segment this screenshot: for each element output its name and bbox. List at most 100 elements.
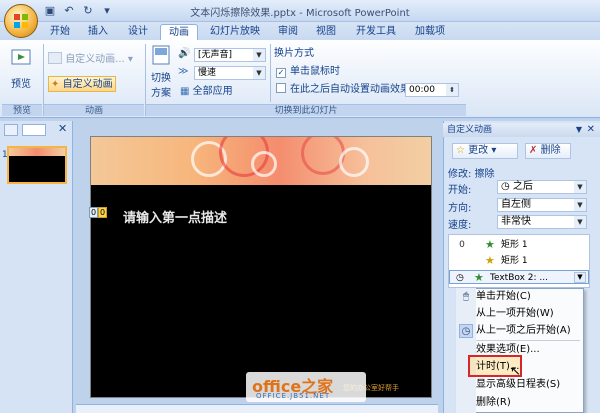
direction-value: 自左侧 bbox=[501, 199, 531, 210]
remove-icon: ✗ bbox=[529, 145, 538, 156]
on-click-label: 单击鼠标时 bbox=[290, 66, 340, 77]
custom-animation-icon: ✦ bbox=[51, 79, 60, 90]
speed-combo-value: 慢速 bbox=[198, 68, 217, 78]
slides-tab[interactable] bbox=[4, 124, 18, 136]
change-effect-button[interactable]: ☆ 更改 ▾ bbox=[452, 143, 518, 159]
outline-tab[interactable] bbox=[22, 124, 46, 136]
spinner-icon[interactable]: ⬍ bbox=[446, 84, 458, 96]
animation-list-item-selected[interactable]: ◷ ★ TextBox 2: ... ▼ bbox=[449, 270, 589, 284]
decor-circle bbox=[251, 151, 277, 177]
custom-animation-button[interactable]: ✦ 自定义动画 bbox=[48, 76, 116, 92]
star-icon: ☆ bbox=[456, 145, 465, 156]
direction-combo[interactable]: 自左侧 ▼ bbox=[497, 198, 587, 212]
chevron-down-icon: ▾ bbox=[127, 54, 133, 65]
preview-button[interactable]: 预览 bbox=[6, 46, 36, 98]
tab-review[interactable]: 审阅 bbox=[272, 24, 304, 40]
office-logo-icon bbox=[14, 14, 28, 28]
animate-combo[interactable]: 自定义动画... ▾ bbox=[48, 52, 140, 68]
emphasis-star-icon: ★ bbox=[485, 254, 495, 267]
ribbon-separator bbox=[270, 44, 271, 102]
quick-access-toolbar: ▣ ↶ ↻ ▾ bbox=[42, 3, 118, 19]
start-value: 之后 bbox=[512, 181, 533, 192]
menu-separator bbox=[476, 340, 580, 341]
slide-thumbnail[interactable] bbox=[7, 146, 67, 184]
entrance-star-icon: ★ bbox=[474, 271, 484, 284]
watermark-sub: OFFICE.JB51.NET bbox=[256, 392, 331, 400]
tab-design[interactable]: 设计 bbox=[120, 24, 156, 40]
transition-label-1: 切换 bbox=[151, 73, 171, 84]
apply-all-label: 全部应用 bbox=[192, 86, 233, 97]
animation-order-tag[interactable]: 0 0 bbox=[89, 207, 107, 218]
menu-item-start-on-click[interactable]: 单击开始(C) bbox=[476, 289, 582, 305]
item-name: 矩形 1 bbox=[501, 240, 528, 250]
entrance-star-icon: ★ bbox=[485, 238, 495, 251]
item-name: 矩形 1 bbox=[501, 256, 528, 266]
close-icon[interactable]: ✕ bbox=[587, 123, 595, 137]
start-label: 开始: bbox=[448, 185, 472, 196]
chevron-down-icon[interactable]: ▼ bbox=[574, 272, 586, 283]
change-effect-label: 更改 bbox=[468, 145, 489, 156]
menu-item-advanced-timeline[interactable]: 显示高级日程表(S) bbox=[476, 377, 582, 393]
thumbnail-header bbox=[9, 148, 65, 156]
watermark: office之家 OFFICE.JB51.NET bbox=[246, 372, 366, 402]
office-button[interactable] bbox=[4, 4, 38, 38]
notes-pane[interactable] bbox=[76, 404, 438, 413]
auto-after-option[interactable]: 在此之后自动设置动画效果: bbox=[276, 82, 413, 98]
menu-item-start-after-previous[interactable]: 从上一项之后开始(A) bbox=[476, 323, 582, 339]
clock-icon: ◷ bbox=[456, 273, 464, 283]
tab-home[interactable]: 开始 bbox=[44, 24, 76, 40]
speed-combo[interactable]: 慢速 ▼ bbox=[194, 66, 266, 80]
speed-value: 非常快 bbox=[501, 216, 531, 227]
speed-combo-pane[interactable]: 非常快 ▼ bbox=[497, 215, 587, 229]
preview-icon bbox=[11, 49, 31, 65]
close-icon[interactable]: ✕ bbox=[58, 122, 67, 135]
menu-item-remove[interactable]: 删除(R) bbox=[476, 395, 582, 411]
quick-access-dropdown-icon[interactable]: ▾ bbox=[99, 3, 115, 19]
menu-item-start-with-previous[interactable]: 从上一项开始(W) bbox=[476, 306, 582, 322]
clock-icon: ◷ bbox=[501, 181, 510, 192]
transition-scheme-button[interactable]: 切换 方案 bbox=[148, 44, 174, 102]
animation-list-item[interactable]: 0 ★ 矩形 1 bbox=[449, 238, 589, 252]
tab-view[interactable]: 视图 bbox=[310, 24, 342, 40]
tab-developer[interactable]: 开发工具 bbox=[350, 24, 402, 40]
chevron-down-icon: ▼ bbox=[253, 49, 265, 61]
animate-combo-value: 自定义动画... bbox=[65, 54, 125, 65]
clock-icon: ◷ bbox=[459, 324, 473, 338]
anim-tag-number: 0 bbox=[98, 207, 107, 218]
apply-all-icon: ▦ bbox=[180, 86, 190, 97]
redo-icon[interactable]: ↻ bbox=[80, 3, 96, 19]
tab-addins[interactable]: 加载项 bbox=[410, 24, 450, 40]
tab-insert[interactable]: 插入 bbox=[82, 24, 114, 40]
chevron-down-icon[interactable]: ▼ bbox=[576, 123, 582, 137]
auto-after-checkbox[interactable] bbox=[276, 83, 286, 93]
direction-label: 方向: bbox=[448, 203, 472, 214]
on-click-checkbox[interactable]: ✓ bbox=[276, 68, 286, 78]
remove-effect-button[interactable]: ✗ 删除 bbox=[525, 143, 571, 159]
on-click-option[interactable]: ✓ 单击鼠标时 bbox=[276, 64, 340, 80]
chevron-down-icon: ▼ bbox=[574, 216, 586, 228]
chevron-down-icon: ▼ bbox=[253, 67, 265, 79]
item-number: 0 bbox=[459, 240, 465, 250]
start-combo[interactable]: ◷ 之后 ▼ bbox=[497, 180, 587, 194]
pane-title-text: 自定义动画 bbox=[447, 125, 493, 135]
chevron-down-icon: ▼ bbox=[574, 181, 586, 193]
tab-animations[interactable]: 动画 bbox=[160, 24, 198, 40]
speed-label: 速度: bbox=[448, 220, 472, 231]
sound-combo[interactable]: [无声音] ▼ bbox=[194, 48, 266, 62]
transition-label-2: 方案 bbox=[151, 88, 171, 99]
apply-all-button[interactable]: ▦ 全部应用 bbox=[180, 84, 233, 100]
save-icon[interactable]: ▣ bbox=[42, 3, 58, 19]
tab-slideshow[interactable]: 幻灯片放映 bbox=[204, 24, 266, 40]
custom-animation-label: 自定义动画 bbox=[62, 79, 113, 90]
slide-body-text[interactable]: 请输入第一点描述 bbox=[123, 207, 227, 226]
ribbon-tabs: 开始 插入 设计 动画 幻灯片放映 审阅 视图 开发工具 加载项 bbox=[0, 22, 600, 40]
menu-icon-strip bbox=[456, 288, 476, 413]
sound-icon: 🔊 bbox=[178, 48, 191, 59]
slide-canvas[interactable]: 请输入第一点描述 您的办公室好帮手 bbox=[90, 136, 432, 398]
menu-item-timing[interactable]: 计时(T)... bbox=[476, 359, 582, 375]
preview-label: 预览 bbox=[11, 79, 31, 90]
auto-time-input[interactable]: 00:00 ⬍ bbox=[405, 83, 459, 97]
undo-icon[interactable]: ↶ bbox=[61, 3, 77, 19]
animation-list-item[interactable]: ★ 矩形 1 bbox=[449, 254, 589, 268]
animation-list: 0 ★ 矩形 1 ★ 矩形 1 ◷ ★ TextBox 2: ... ▼ bbox=[448, 234, 590, 288]
